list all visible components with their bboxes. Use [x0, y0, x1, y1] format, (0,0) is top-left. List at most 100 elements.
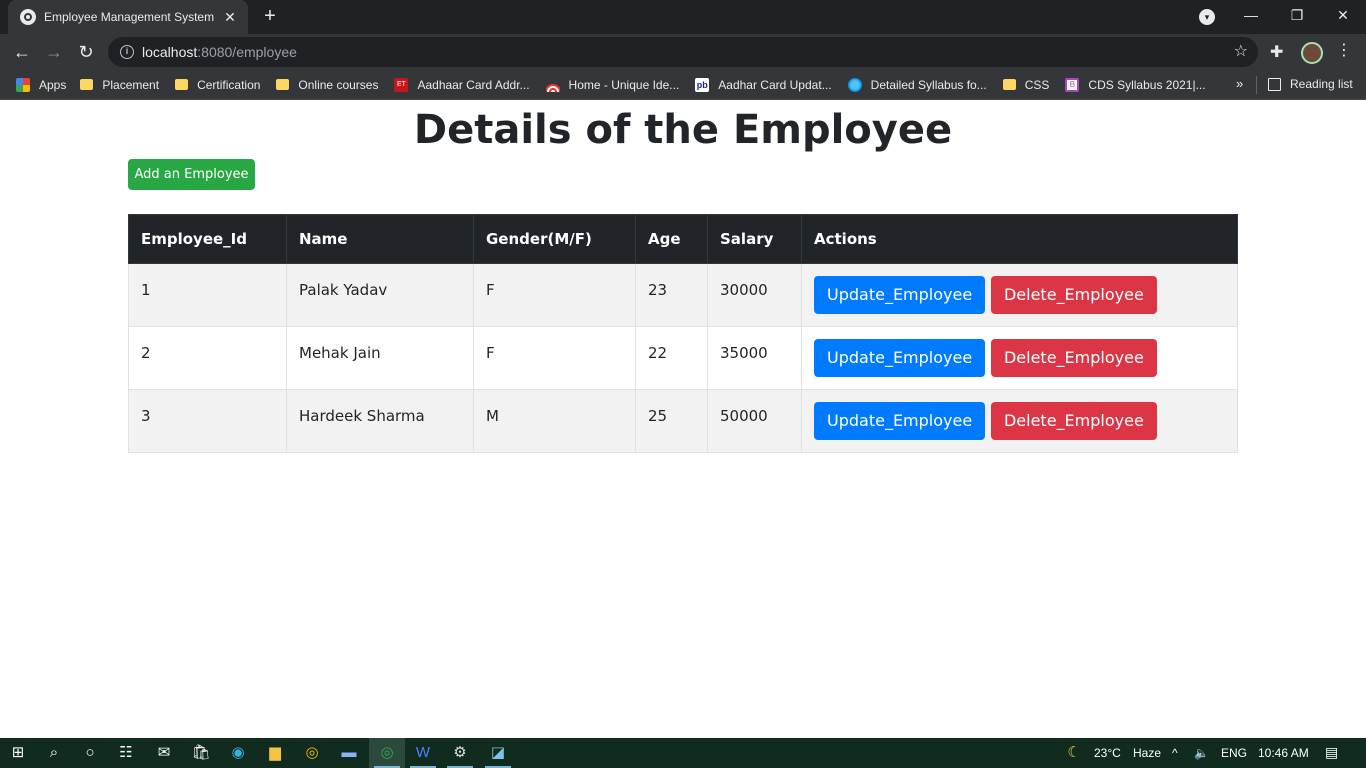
- bookmarks-bar: Apps Placement Certification Online cour…: [0, 70, 1366, 100]
- reading-list-button[interactable]: Reading list: [1268, 77, 1353, 91]
- reading-list-icon: [1268, 77, 1281, 91]
- volume-icon[interactable]: 🔈: [1194, 746, 1209, 760]
- task-view-icon[interactable]: ☷: [116, 743, 136, 763]
- cell-age: 25: [635, 389, 708, 453]
- header-gender: Gender(M/F): [473, 214, 636, 264]
- add-employee-button[interactable]: Add an Employee: [128, 159, 255, 190]
- cortana-icon[interactable]: ○: [80, 743, 100, 763]
- header-salary: Salary: [707, 214, 802, 264]
- cell-employee-id: 2: [128, 326, 287, 390]
- cell-gender: F: [473, 263, 636, 327]
- delete-employee-button[interactable]: Delete_Employee: [990, 276, 1157, 314]
- url-host: localhost: [142, 44, 198, 60]
- table-row: 3 Hardeek Sharma M 25 50000 Update_Emplo…: [128, 389, 1238, 453]
- bookmark-apps[interactable]: Apps: [16, 77, 66, 92]
- folder-icon: [175, 79, 189, 90]
- pb-icon: pb: [695, 77, 710, 92]
- edge-icon[interactable]: ◉: [228, 743, 248, 763]
- page-title: Details of the Employee: [413, 107, 953, 153]
- browser-toolbar: ← → ↻ i localhost :8080/employee ☆ ✚ ⋮: [0, 34, 1366, 70]
- globe-icon: [847, 77, 862, 92]
- profile-avatar[interactable]: [1301, 42, 1323, 64]
- site-info-icon[interactable]: i: [120, 45, 134, 59]
- tray-chevron-icon[interactable]: ^: [1172, 746, 1178, 760]
- windows-taskbar: ⊞ ⌕ ○ ☷ ✉ 🛍 ◉ ▆ ◎ ▬ ◎ W ⚙ ◪ ☾ 23°C Haze …: [0, 738, 1366, 768]
- file-explorer-icon[interactable]: ▆: [265, 743, 285, 763]
- store-icon[interactable]: 🛍: [191, 743, 211, 763]
- bookmark-detailed-syllabus[interactable]: Detailed Syllabus fo...: [847, 77, 987, 92]
- close-window-icon[interactable]: ✕: [1320, 0, 1366, 30]
- restore-icon[interactable]: ❐: [1274, 0, 1320, 30]
- update-employee-button[interactable]: Update_Employee: [814, 339, 986, 377]
- new-tab-button[interactable]: +: [258, 4, 282, 28]
- bookmark-uidai-home[interactable]: Home - Unique Ide...: [545, 77, 679, 92]
- cell-name: Hardeek Sharma: [286, 389, 474, 453]
- table-header-row: Employee_Id Name Gender(M/F) Age Salary …: [128, 214, 1238, 264]
- search-icon[interactable]: ⌕: [44, 743, 64, 763]
- mail-icon[interactable]: ✉: [154, 743, 174, 763]
- settings-gear-icon[interactable]: ⚙: [450, 743, 470, 763]
- delete-employee-button[interactable]: Delete_Employee: [990, 339, 1157, 377]
- header-actions: Actions: [801, 214, 1238, 264]
- globe-icon: [20, 9, 36, 25]
- url-path: :8080/employee: [197, 44, 297, 60]
- cell-gender: M: [473, 389, 636, 453]
- table-row: 2 Mehak Jain F 22 35000 Update_Employee …: [128, 326, 1238, 390]
- close-tab-icon[interactable]: ✕: [218, 9, 242, 26]
- cell-employee-id: 3: [128, 389, 287, 453]
- reload-icon[interactable]: ↻: [72, 38, 100, 66]
- weather-temperature[interactable]: 23°C: [1094, 746, 1121, 760]
- delete-employee-button[interactable]: Delete_Employee: [990, 402, 1157, 440]
- address-bar[interactable]: i localhost :8080/employee ☆: [108, 37, 1258, 67]
- chrome-active-icon[interactable]: ◎: [377, 743, 397, 763]
- table-row: 1 Palak Yadav F 23 30000 Update_Employee…: [128, 263, 1238, 327]
- extensions-puzzle-icon[interactable]: ✚: [1270, 42, 1283, 62]
- tab-search-icon[interactable]: ▾: [1199, 9, 1215, 25]
- chrome-icon[interactable]: ◎: [302, 743, 322, 763]
- cell-actions: Update_Employee Delete_Employee: [801, 326, 1238, 390]
- header-name: Name: [286, 214, 474, 264]
- bookmark-placement[interactable]: Placement: [80, 78, 159, 92]
- language-indicator[interactable]: ENG: [1221, 746, 1247, 760]
- cell-actions: Update_Employee Delete_Employee: [801, 389, 1238, 453]
- cell-actions: Update_Employee Delete_Employee: [801, 263, 1238, 327]
- back-icon[interactable]: ←: [8, 38, 36, 66]
- cell-age: 22: [635, 326, 708, 390]
- notifications-icon[interactable]: ▤: [1325, 744, 1338, 761]
- bookmark-star-icon[interactable]: ☆: [1234, 41, 1248, 61]
- weather-condition[interactable]: Haze: [1133, 746, 1161, 760]
- bookmark-aadhar-update[interactable]: pb Aadhar Card Updat...: [695, 77, 832, 92]
- sql-icon[interactable]: ◪: [488, 743, 508, 763]
- cell-gender: F: [473, 326, 636, 390]
- cell-employee-id: 1: [128, 263, 287, 327]
- webex-icon[interactable]: W: [413, 743, 433, 763]
- bookmark-aadhaar-address[interactable]: ET Aadhaar Card Addr...: [394, 77, 530, 92]
- minimize-icon[interactable]: —: [1228, 0, 1274, 30]
- clock[interactable]: 10:46 AM: [1258, 746, 1309, 760]
- tab-title: Employee Management System: [44, 10, 215, 24]
- bookmark-cds-syllabus[interactable]: B CDS Syllabus 2021|...: [1065, 77, 1206, 92]
- employee-table: Employee_Id Name Gender(M/F) Age Salary …: [128, 214, 1238, 453]
- bookmark-online-courses[interactable]: Online courses: [276, 78, 378, 92]
- uidai-icon: [545, 77, 560, 92]
- update-employee-button[interactable]: Update_Employee: [814, 402, 986, 440]
- cell-name: Mehak Jain: [286, 326, 474, 390]
- bookmark-certification[interactable]: Certification: [175, 78, 260, 92]
- windows-start-icon[interactable]: ⊞: [8, 743, 28, 763]
- browser-tab[interactable]: Employee Management System ✕: [8, 0, 248, 34]
- header-age: Age: [635, 214, 708, 264]
- app-icon[interactable]: ▬: [339, 743, 359, 763]
- menu-kebab-icon[interactable]: ⋮: [1336, 40, 1352, 60]
- cds-icon: B: [1065, 77, 1080, 92]
- bookmarks-divider: [1256, 76, 1257, 94]
- update-employee-button[interactable]: Update_Employee: [814, 276, 986, 314]
- bookmark-css[interactable]: CSS: [1002, 78, 1049, 92]
- cell-salary: 50000: [707, 389, 802, 453]
- folder-icon: [276, 79, 290, 90]
- weather-moon-icon[interactable]: ☾: [1064, 743, 1084, 763]
- forward-icon[interactable]: →: [40, 38, 68, 66]
- cell-name: Palak Yadav: [286, 263, 474, 327]
- browser-title-bar: Employee Management System ✕ + ▾ — ❐ ✕: [0, 0, 1366, 34]
- more-bookmarks-icon[interactable]: »: [1236, 76, 1243, 91]
- page-content: Details of the Employee Add an Employee …: [0, 101, 1366, 738]
